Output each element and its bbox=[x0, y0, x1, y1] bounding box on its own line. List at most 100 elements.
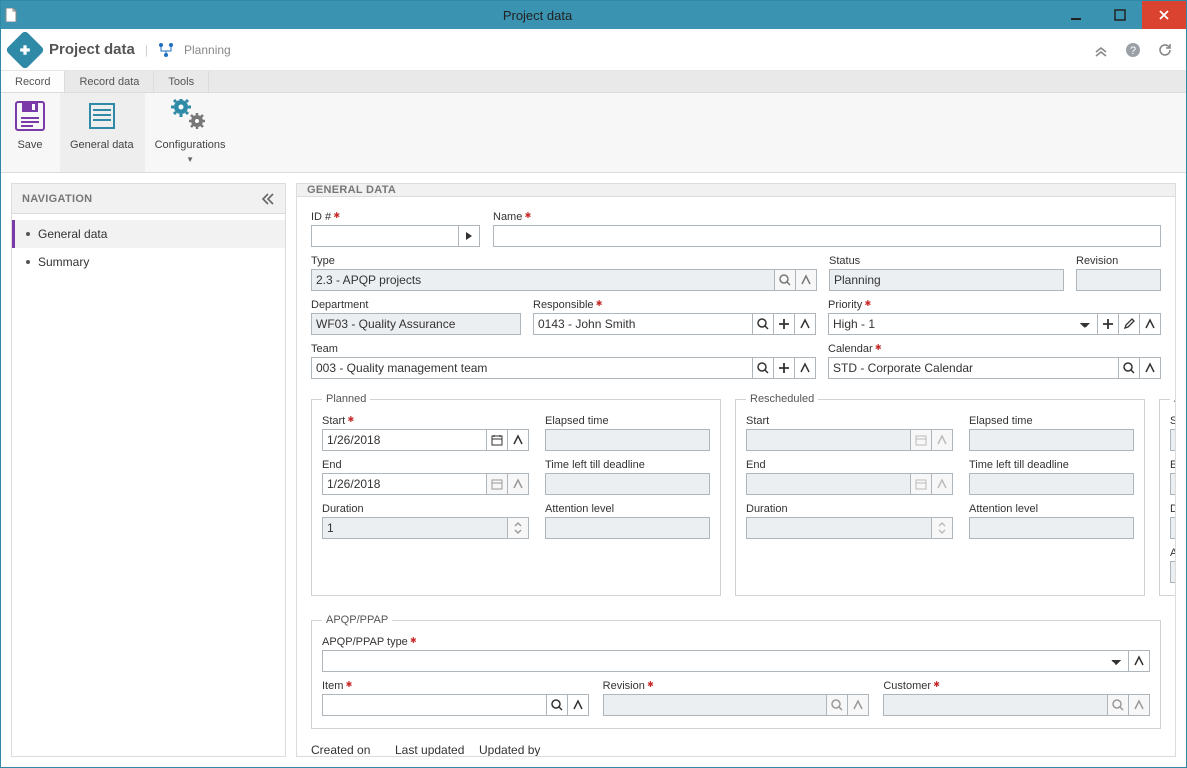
priority-select[interactable]: High - 1 bbox=[828, 313, 1098, 335]
app-title: Project data bbox=[49, 41, 135, 58]
rescheduled-attention-input bbox=[969, 517, 1134, 539]
id-label: ID # bbox=[311, 211, 481, 223]
customer-search-button[interactable] bbox=[1107, 694, 1129, 716]
gear-icon bbox=[171, 97, 209, 135]
app-header: Project data | Planning ? bbox=[1, 29, 1186, 71]
customer-clear-button[interactable] bbox=[1128, 694, 1150, 716]
name-input[interactable] bbox=[493, 225, 1161, 247]
general-data-icon bbox=[83, 97, 121, 135]
updated-by-label: Updated by bbox=[479, 743, 1161, 757]
configurations-button[interactable]: Configurations ▼ bbox=[145, 93, 237, 172]
nav-item-general-data[interactable]: General data bbox=[12, 220, 285, 248]
ribbon-tabs: Record Record data Tools bbox=[1, 71, 1186, 93]
refresh-icon[interactable] bbox=[1154, 39, 1176, 61]
priority-clear-button[interactable] bbox=[1139, 313, 1161, 335]
calendar-label: Calendar bbox=[828, 343, 1161, 355]
status-input bbox=[829, 269, 1064, 291]
stepper-icon[interactable] bbox=[507, 517, 529, 539]
planned-start-input[interactable] bbox=[322, 429, 487, 451]
priority-edit-button[interactable] bbox=[1118, 313, 1140, 335]
stepper-icon bbox=[931, 517, 953, 539]
close-button[interactable] bbox=[1142, 1, 1186, 29]
team-input[interactable] bbox=[311, 357, 753, 379]
collapse-nav-icon[interactable] bbox=[261, 193, 275, 205]
item-input[interactable] bbox=[322, 694, 547, 716]
ribbon-tab-record[interactable]: Record bbox=[1, 71, 65, 92]
apqp-type-clear-button[interactable] bbox=[1128, 650, 1150, 672]
team-add-button[interactable] bbox=[773, 357, 795, 379]
priority-add-button[interactable] bbox=[1097, 313, 1119, 335]
rescheduled-duration-input bbox=[746, 517, 932, 539]
revision2-clear-button[interactable] bbox=[847, 694, 869, 716]
planned-elapsed-input bbox=[545, 429, 710, 451]
navigation-panel: NAVIGATION General data Summary bbox=[11, 183, 286, 757]
status-label: Status bbox=[829, 255, 1064, 267]
team-search-button[interactable] bbox=[752, 357, 774, 379]
calendar-icon[interactable] bbox=[486, 473, 508, 495]
revision2-input bbox=[603, 694, 828, 716]
save-icon bbox=[11, 97, 49, 135]
planned-legend: Planned bbox=[322, 393, 370, 405]
team-clear-button[interactable] bbox=[794, 357, 816, 379]
actual-legend: Actual bbox=[1170, 393, 1176, 405]
ribbon-tab-record-data[interactable]: Record data bbox=[65, 71, 154, 92]
chevron-down-icon: ▼ bbox=[186, 155, 194, 164]
configurations-label: Configurations bbox=[155, 139, 226, 151]
type-clear-button[interactable] bbox=[795, 269, 817, 291]
apqp-type-select[interactable] bbox=[322, 650, 1129, 672]
responsible-clear-button[interactable] bbox=[794, 313, 816, 335]
revision2-search-button[interactable] bbox=[826, 694, 848, 716]
customer-label: Customer bbox=[883, 680, 1150, 692]
content-header: GENERAL DATA bbox=[297, 184, 1175, 197]
planned-end-clear-button[interactable] bbox=[507, 473, 529, 495]
actual-duration-input bbox=[1170, 517, 1176, 539]
team-label: Team bbox=[311, 343, 816, 355]
planned-timeleft-input bbox=[545, 473, 710, 495]
bullet-icon bbox=[26, 260, 30, 264]
nav-item-summary[interactable]: Summary bbox=[12, 248, 285, 276]
content-panel: GENERAL DATA ID # Name bbox=[296, 183, 1176, 757]
minimize-button[interactable] bbox=[1054, 1, 1098, 29]
save-button[interactable]: Save bbox=[1, 93, 60, 172]
window-title: Project data bbox=[21, 8, 1054, 23]
clear-icon bbox=[931, 473, 953, 495]
calendar-icon bbox=[910, 429, 932, 451]
responsible-search-button[interactable] bbox=[752, 313, 774, 335]
document-icon bbox=[1, 8, 21, 22]
apqp-type-label: APQP/PPAP type bbox=[322, 636, 1150, 648]
apqp-legend: APQP/PPAP bbox=[322, 614, 392, 626]
window: Project data Project data | Planning ? R… bbox=[0, 0, 1187, 768]
save-label: Save bbox=[17, 139, 42, 151]
planned-start-clear-button[interactable] bbox=[507, 429, 529, 451]
item-search-button[interactable] bbox=[546, 694, 568, 716]
actual-start-input bbox=[1170, 429, 1176, 451]
planned-start-label: Start bbox=[322, 415, 529, 427]
rescheduled-legend: Rescheduled bbox=[746, 393, 818, 405]
collapse-ribbon-icon[interactable] bbox=[1090, 39, 1112, 61]
main: NAVIGATION General data Summary GENERAL … bbox=[1, 173, 1186, 767]
revision2-label: Revision bbox=[603, 680, 870, 692]
responsible-add-button[interactable] bbox=[773, 313, 795, 335]
ribbon-tab-tools[interactable]: Tools bbox=[154, 71, 209, 92]
navigation-body: General data Summary bbox=[12, 214, 285, 282]
nav-item-label: Summary bbox=[38, 255, 89, 269]
id-next-button[interactable] bbox=[458, 225, 480, 247]
calendar-icon[interactable] bbox=[486, 429, 508, 451]
id-input[interactable] bbox=[311, 225, 459, 247]
planned-end-input[interactable] bbox=[322, 473, 487, 495]
type-search-button[interactable] bbox=[774, 269, 796, 291]
actual-pct-input bbox=[1170, 561, 1176, 583]
help-icon[interactable]: ? bbox=[1122, 39, 1144, 61]
name-label: Name bbox=[493, 211, 1161, 223]
planned-attention-label: Attention level bbox=[545, 503, 710, 515]
calendar-input[interactable] bbox=[828, 357, 1119, 379]
calendar-clear-button[interactable] bbox=[1139, 357, 1161, 379]
responsible-input[interactable] bbox=[533, 313, 753, 335]
maximize-button[interactable] bbox=[1098, 1, 1142, 29]
general-data-button[interactable]: General data bbox=[60, 93, 145, 172]
nav-item-label: General data bbox=[38, 227, 107, 241]
calendar-search-button[interactable] bbox=[1118, 357, 1140, 379]
item-clear-button[interactable] bbox=[567, 694, 589, 716]
item-label: Item bbox=[322, 680, 589, 692]
planned-end-label: End bbox=[322, 459, 529, 471]
